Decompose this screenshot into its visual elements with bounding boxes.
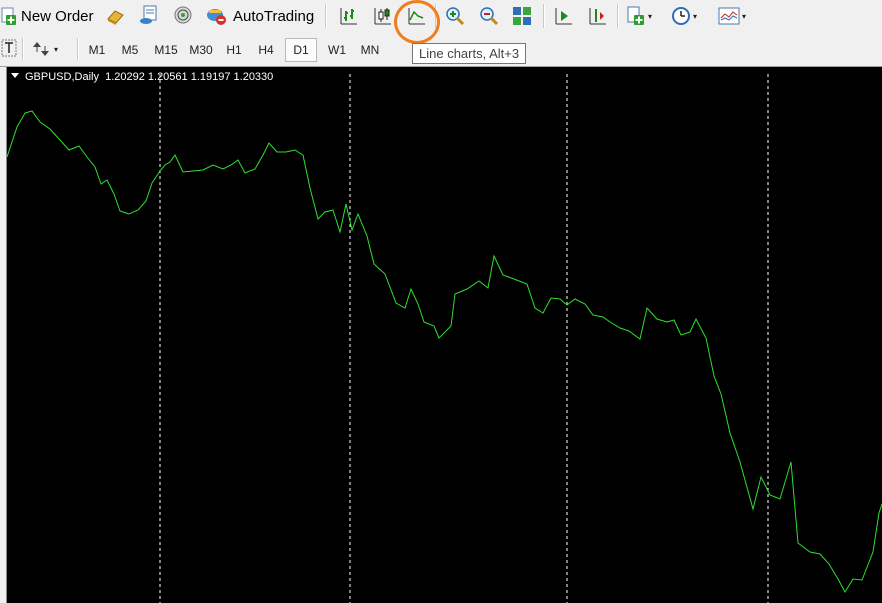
timeframe-h1[interactable]: H1 — [220, 38, 248, 62]
templates-dropdown-arrow[interactable]: ▾ — [742, 12, 746, 21]
chart-menu-icon — [11, 73, 19, 78]
autotrading-label: AutoTrading — [233, 7, 315, 25]
periods-dropdown-arrow[interactable]: ▾ — [693, 12, 697, 21]
zoom-out-icon — [480, 7, 499, 26]
arrows-button[interactable]: ▾ — [32, 38, 58, 60]
indicators-dropdown-arrow[interactable]: ▾ — [648, 12, 652, 21]
timeframe-m1[interactable]: M1 — [84, 38, 110, 62]
price-line — [7, 110, 882, 594]
toolbar-separator — [77, 38, 79, 60]
data-window-icon — [140, 5, 157, 24]
zoom-in-button[interactable] — [443, 4, 467, 28]
highlight-circle — [394, 0, 440, 44]
bar-chart-icon — [340, 8, 357, 25]
arrows-dropdown-arrow[interactable]: ▾ — [54, 45, 58, 54]
tile-windows-icon — [513, 7, 531, 25]
toolbar-separator — [325, 4, 327, 28]
timeframe-h4[interactable]: H4 — [252, 38, 280, 62]
timeframe-d1[interactable]: D1 — [285, 38, 317, 62]
bar-chart-button[interactable] — [336, 4, 360, 28]
zoom-in-icon — [446, 7, 465, 26]
main-toolbar: New Order AutoTrading ▾ ▾ ▾ — [0, 0, 882, 32]
chart-shift-button[interactable] — [585, 4, 609, 28]
timeframe-m30[interactable]: M30 — [185, 38, 217, 62]
text-label-button[interactable] — [0, 38, 18, 58]
templates-button[interactable]: ▾ — [718, 4, 746, 28]
auto-scroll-button[interactable] — [551, 4, 575, 28]
timeframe-m5[interactable]: M5 — [117, 38, 143, 62]
gold-bar-icon — [107, 10, 124, 25]
candlestick-button[interactable] — [370, 4, 394, 28]
periods-button[interactable]: ▾ — [671, 4, 697, 28]
autotrading-button[interactable]: AutoTrading — [205, 5, 314, 27]
arrows-icon — [33, 42, 49, 56]
autotrading-icon — [207, 9, 226, 25]
indicators-icon — [627, 6, 644, 25]
new-order-label: New Order — [21, 7, 94, 25]
timeframe-w1[interactable]: W1 — [322, 38, 352, 62]
chart-title: GBPUSD,Daily 1.20292 1.20561 1.19197 1.2… — [25, 71, 274, 83]
timeframe-mn[interactable]: MN — [355, 38, 385, 62]
chart-left-border — [0, 67, 7, 603]
data-window-button[interactable] — [138, 4, 160, 26]
market-watch-button[interactable] — [104, 5, 126, 27]
price-chart[interactable] — [7, 67, 882, 603]
clock-icon — [672, 7, 690, 25]
signals-button[interactable] — [172, 4, 194, 26]
chart-window[interactable]: GBPUSD,Daily 1.20292 1.20561 1.19197 1.2… — [7, 67, 882, 603]
candlestick-icon — [374, 8, 391, 25]
new-order-icon — [1, 7, 16, 25]
toolbar-separator — [22, 38, 24, 60]
auto-scroll-icon — [555, 8, 572, 25]
toolbar-separator — [543, 4, 545, 28]
tile-windows-button[interactable] — [510, 4, 534, 28]
templates-icon — [718, 7, 740, 25]
indicators-button[interactable]: ▾ — [626, 4, 652, 28]
zoom-out-button[interactable] — [477, 4, 501, 28]
chart-shift-icon — [589, 8, 606, 25]
line-chart-tooltip: Line charts, Alt+3 — [412, 43, 527, 64]
timeframe-m15[interactable]: M15 — [150, 38, 182, 62]
new-order-button[interactable]: New Order — [0, 5, 94, 27]
signal-icon — [174, 6, 192, 24]
toolbar-separator — [617, 4, 619, 28]
text-tool-icon — [1, 39, 17, 57]
